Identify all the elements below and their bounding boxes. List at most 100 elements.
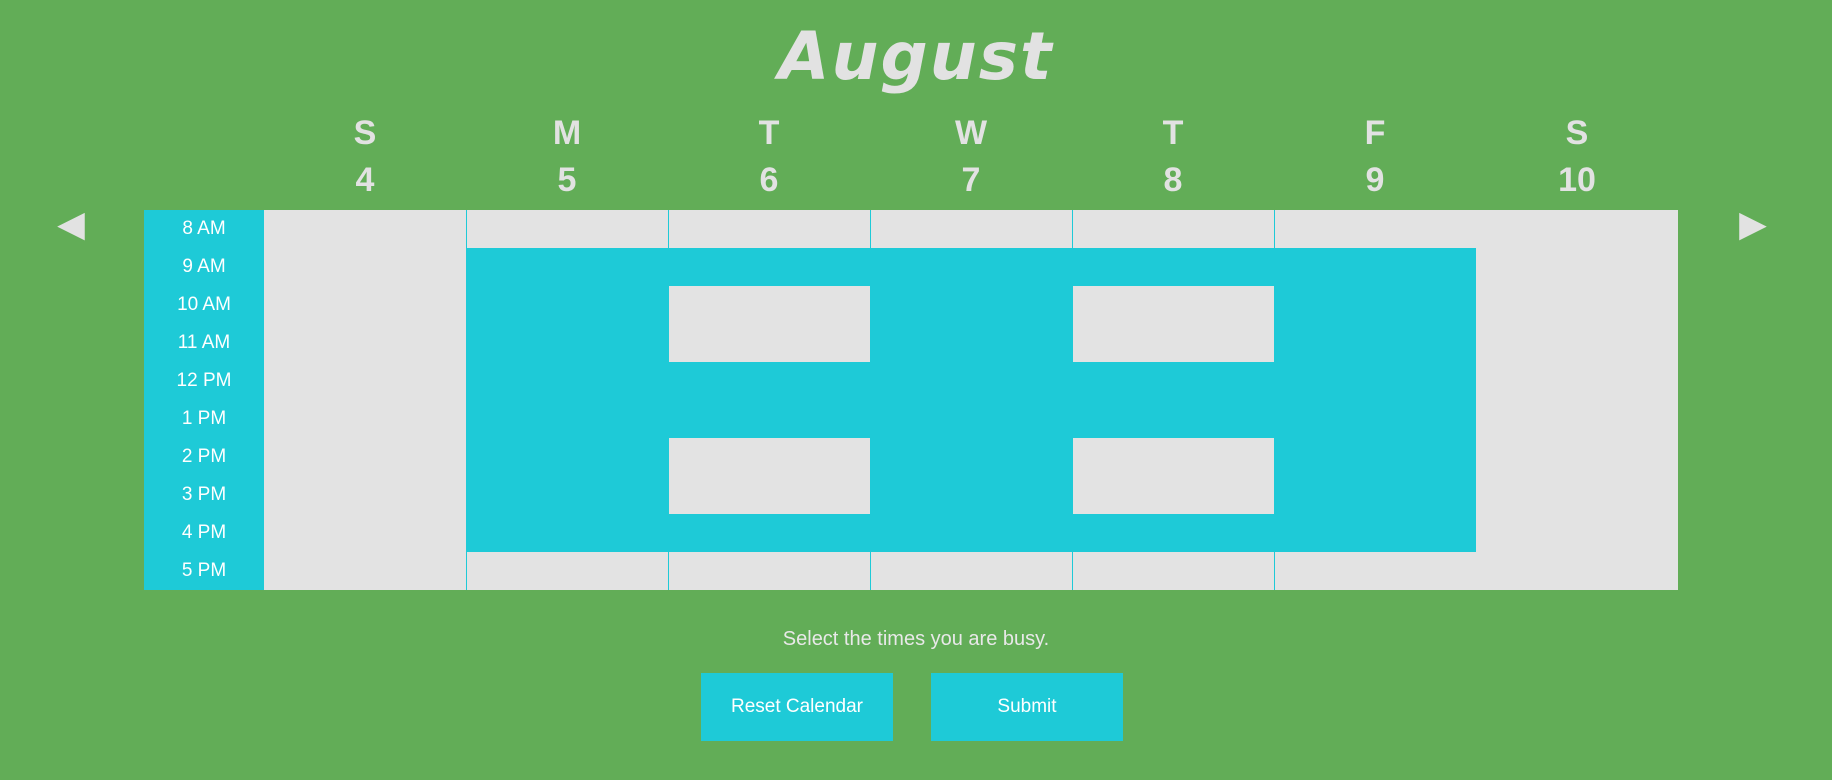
time-slot-free[interactable] bbox=[1072, 476, 1274, 514]
time-slot-free[interactable] bbox=[1476, 286, 1678, 324]
time-slot-free[interactable] bbox=[870, 552, 1072, 590]
previous-week-button[interactable]: ◀ bbox=[51, 205, 91, 245]
time-slot-busy[interactable] bbox=[1274, 248, 1476, 286]
time-slot-free[interactable] bbox=[466, 210, 668, 248]
time-slot-free[interactable] bbox=[1476, 514, 1678, 552]
time-slot-busy[interactable] bbox=[668, 362, 870, 400]
time-slot-free[interactable] bbox=[1072, 210, 1274, 248]
day-of-week-label: F bbox=[1364, 114, 1386, 152]
time-slot-free[interactable] bbox=[668, 210, 870, 248]
time-slot-busy[interactable] bbox=[870, 362, 1072, 400]
time-slot-busy[interactable] bbox=[870, 514, 1072, 552]
time-slot-free[interactable] bbox=[668, 438, 870, 476]
time-slot-free[interactable] bbox=[1072, 552, 1274, 590]
day-header: T8 bbox=[1072, 112, 1274, 206]
reset-calendar-button[interactable]: Reset Calendar bbox=[701, 673, 893, 741]
time-slot-busy[interactable] bbox=[870, 324, 1072, 362]
time-slot-busy[interactable] bbox=[1274, 514, 1476, 552]
time-slot-free[interactable] bbox=[1072, 324, 1274, 362]
day-column bbox=[870, 210, 1072, 590]
time-slot-busy[interactable] bbox=[466, 476, 668, 514]
day-column bbox=[668, 210, 870, 590]
time-slot-busy[interactable] bbox=[1072, 400, 1274, 438]
time-slot-busy[interactable] bbox=[1274, 286, 1476, 324]
time-slot-busy[interactable] bbox=[1274, 438, 1476, 476]
time-slot-busy[interactable] bbox=[466, 248, 668, 286]
day-of-week-label: M bbox=[552, 114, 582, 152]
time-label: 1 PM bbox=[181, 408, 227, 429]
time-slot-free[interactable] bbox=[668, 552, 870, 590]
time-slot-busy[interactable] bbox=[870, 476, 1072, 514]
time-label: 8 AM bbox=[182, 218, 226, 239]
calendar-page: August S 4 M 5 T 6 W 7 T 8 F 9 S 10 ◀ ▶ 8 AM 9 AM 10 AM… bbox=[0, 0, 1832, 780]
time-slot-busy[interactable] bbox=[1274, 476, 1476, 514]
day-number-label: 6 bbox=[759, 161, 779, 199]
time-slot-busy[interactable] bbox=[1274, 362, 1476, 400]
time-slot-free[interactable] bbox=[1476, 476, 1678, 514]
time-slot-free[interactable] bbox=[264, 210, 466, 248]
time-slot-free[interactable] bbox=[1274, 552, 1476, 590]
time-slot-free[interactable] bbox=[668, 286, 870, 324]
time-slot-free[interactable] bbox=[1072, 286, 1274, 324]
time-slot-busy[interactable] bbox=[668, 400, 870, 438]
month-title: August bbox=[778, 18, 1054, 95]
time-slot-free[interactable] bbox=[668, 476, 870, 514]
time-slot-free[interactable] bbox=[1476, 362, 1678, 400]
day-of-week-label: W bbox=[954, 114, 988, 152]
time-slot-free[interactable] bbox=[264, 248, 466, 286]
day-column bbox=[1072, 210, 1274, 590]
day-header: F9 bbox=[1274, 112, 1476, 206]
time-slot-busy[interactable] bbox=[870, 438, 1072, 476]
time-slot-busy[interactable] bbox=[668, 248, 870, 286]
time-slot-free[interactable] bbox=[1072, 438, 1274, 476]
day-column bbox=[466, 210, 668, 590]
time-label: 9 AM bbox=[182, 256, 226, 277]
time-slot-free[interactable] bbox=[264, 400, 466, 438]
time-slot-busy[interactable] bbox=[668, 514, 870, 552]
day-header: M5 bbox=[466, 112, 668, 206]
submit-button[interactable]: Submit bbox=[931, 673, 1123, 741]
day-of-week-label: S bbox=[1565, 114, 1589, 152]
day-number-label: 10 bbox=[1558, 161, 1596, 199]
time-slot-busy[interactable] bbox=[1072, 362, 1274, 400]
time-slot-free[interactable] bbox=[264, 324, 466, 362]
time-slot-free[interactable] bbox=[1476, 248, 1678, 286]
next-week-button[interactable]: ▶ bbox=[1733, 205, 1773, 245]
time-slot-free[interactable] bbox=[466, 552, 668, 590]
time-slot-free[interactable] bbox=[264, 286, 466, 324]
day-number-label: 8 bbox=[1163, 161, 1183, 199]
time-label: 3 PM bbox=[181, 484, 227, 505]
time-slot-free[interactable] bbox=[1476, 552, 1678, 590]
time-slot-busy[interactable] bbox=[870, 248, 1072, 286]
availability-grid: 8 AM 9 AM 10 AM 11 AM 12 PM 1 PM 2 PM 3 PM 4 PM 5… bbox=[144, 210, 1680, 590]
time-slot-free[interactable] bbox=[264, 362, 466, 400]
time-slot-free[interactable] bbox=[264, 552, 466, 590]
day-number-label: 9 bbox=[1365, 161, 1385, 199]
time-slot-free[interactable] bbox=[870, 210, 1072, 248]
time-slot-free[interactable] bbox=[1476, 210, 1678, 248]
time-slot-busy[interactable] bbox=[466, 514, 668, 552]
time-slot-busy[interactable] bbox=[466, 324, 668, 362]
time-label: 4 PM bbox=[181, 522, 227, 543]
time-slot-busy[interactable] bbox=[1072, 248, 1274, 286]
time-label: 10 AM bbox=[177, 294, 231, 315]
time-slot-busy[interactable] bbox=[466, 400, 668, 438]
time-slot-free[interactable] bbox=[1476, 400, 1678, 438]
time-slot-busy[interactable] bbox=[870, 286, 1072, 324]
time-slot-busy[interactable] bbox=[1274, 400, 1476, 438]
time-slot-busy[interactable] bbox=[870, 400, 1072, 438]
day-header: T6 bbox=[668, 112, 870, 206]
time-slot-busy[interactable] bbox=[466, 362, 668, 400]
time-slot-free[interactable] bbox=[264, 476, 466, 514]
time-slot-free[interactable] bbox=[1274, 210, 1476, 248]
time-slot-busy[interactable] bbox=[1274, 324, 1476, 362]
time-slot-free[interactable] bbox=[264, 514, 466, 552]
time-slot-free[interactable] bbox=[1476, 438, 1678, 476]
time-slot-busy[interactable] bbox=[466, 286, 668, 324]
day-column bbox=[1274, 210, 1476, 590]
time-slot-busy[interactable] bbox=[466, 438, 668, 476]
time-slot-free[interactable] bbox=[1476, 324, 1678, 362]
time-slot-busy[interactable] bbox=[1072, 514, 1274, 552]
time-slot-free[interactable] bbox=[264, 438, 466, 476]
time-slot-free[interactable] bbox=[668, 324, 870, 362]
